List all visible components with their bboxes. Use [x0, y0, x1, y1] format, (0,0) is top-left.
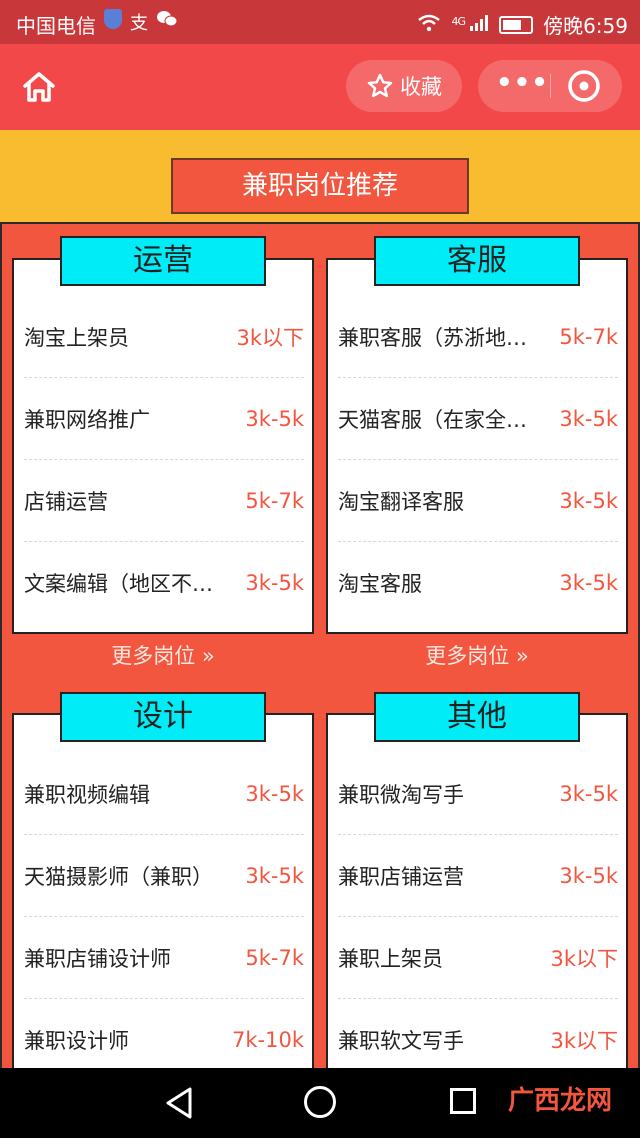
home-icon: [23, 72, 55, 102]
favorite-label: 收藏: [400, 75, 442, 99]
category-title-other: 其他: [374, 692, 580, 742]
clock: 傍晚6:59: [543, 14, 628, 38]
job-title: 兼职店铺运营: [338, 864, 464, 889]
job-salary: 3k-5k: [559, 571, 618, 595]
section-title: 兼职岗位推荐: [171, 158, 469, 214]
job-salary: 3k-5k: [559, 488, 618, 513]
job-salary: 3k以下: [550, 946, 618, 971]
job-row[interactable]: 文案编辑（地区不限） 3k-5k: [24, 542, 304, 624]
job-title: 兼职视频编辑: [24, 782, 150, 807]
category-title-operations: 运营: [60, 236, 266, 286]
watermark-text: 广西龙网: [508, 1086, 613, 1116]
job-row[interactable]: 兼职店铺设计师 5k-7k: [24, 917, 304, 999]
job-salary: 3k-5k: [559, 406, 618, 431]
job-title: 天猫摄影师（兼职）: [24, 864, 213, 889]
more-jobs-link-customer-service[interactable]: 更多岗位 »: [326, 640, 628, 670]
job-title: 兼职店铺设计师: [24, 946, 171, 971]
star-icon: [367, 73, 393, 98]
alipay-icon: 支: [130, 13, 148, 34]
job-title: 淘宝上架员: [24, 325, 129, 350]
job-title: 兼职软文写手: [338, 1029, 464, 1053]
job-title: 兼职设计师: [24, 1029, 129, 1053]
job-title: 兼职微淘写手: [338, 782, 464, 807]
job-row[interactable]: 淘宝客服 3k-5k: [338, 542, 618, 624]
status-notification-icons: 支: [104, 9, 178, 35]
job-title: 文案编辑（地区不限）: [24, 572, 224, 596]
favorite-button[interactable]: 收藏: [346, 60, 462, 112]
job-salary: 3k以下: [236, 325, 304, 350]
recent-apps-button[interactable]: [450, 1088, 476, 1114]
job-row[interactable]: 兼职网络推广 3k-5k: [24, 378, 304, 460]
job-row[interactable]: 天猫客服（在家全职） 3k-5k: [338, 378, 618, 460]
job-title: 兼职客服（苏浙地区）: [338, 325, 538, 350]
back-triangle-icon: [166, 1087, 192, 1119]
job-title: 兼职网络推广: [24, 407, 150, 432]
back-button[interactable]: [164, 1086, 194, 1120]
capsule-divider: [550, 74, 551, 98]
close-mini-program-button[interactable]: [566, 68, 602, 104]
wechat-icon: [156, 9, 178, 35]
status-bar: 中国电信 支 4G 傍晚6:59: [0, 0, 640, 44]
signal-icon: 4G: [451, 14, 489, 35]
job-salary: 3k-5k: [245, 781, 304, 806]
category-title-design: 设计: [60, 692, 266, 742]
job-title: 天猫客服（在家全职）: [338, 407, 538, 432]
job-row[interactable]: 天猫摄影师（兼职） 3k-5k: [24, 835, 304, 917]
job-row[interactable]: 兼职店铺运营 3k-5k: [338, 835, 618, 917]
job-row[interactable]: 淘宝上架员 3k以下: [24, 296, 304, 378]
close-target-icon: [568, 70, 600, 102]
job-title: 淘宝翻译客服: [338, 489, 464, 514]
header-strip: 兼职岗位推荐: [0, 130, 640, 222]
home-button[interactable]: [16, 64, 62, 110]
category-card-other: 兼职微淘写手 3k-5k 兼职店铺运营 3k-5k 兼职上架员 3k以下 兼职软…: [326, 713, 628, 1073]
job-salary: 5k-7k: [245, 488, 304, 513]
job-salary: 7k-10k: [232, 1028, 304, 1052]
capsule-menu: •••: [478, 60, 622, 112]
battery-icon: [499, 15, 534, 34]
job-row[interactable]: 兼职微淘写手 3k-5k: [338, 753, 618, 835]
category-card-customer-service: 兼职客服（苏浙地区） 5k-7k 天猫客服（在家全职） 3k-5k 淘宝翻译客服…: [326, 258, 628, 634]
system-navigation-bar: 广西龙网: [0, 1068, 640, 1138]
system-home-button[interactable]: [304, 1086, 336, 1118]
shield-icon: [104, 9, 122, 29]
more-options-button[interactable]: •••: [496, 66, 548, 106]
more-jobs-link-operations[interactable]: 更多岗位 »: [12, 640, 314, 670]
job-row[interactable]: 淘宝翻译客服 3k-5k: [338, 460, 618, 542]
job-salary: 5k-7k: [559, 324, 618, 349]
job-salary: 3k-5k: [559, 781, 618, 806]
job-title: 兼职上架员: [338, 946, 443, 971]
job-salary: 3k-5k: [245, 863, 304, 888]
job-salary: 3k-5k: [245, 406, 304, 431]
category-card-design: 兼职视频编辑 3k-5k 天猫摄影师（兼职） 3k-5k 兼职店铺设计师 5k-…: [12, 713, 314, 1073]
job-salary: 3k-5k: [245, 571, 304, 595]
category-title-customer-service: 客服: [374, 236, 580, 286]
carrier-name: 中国电信: [16, 14, 96, 38]
job-row[interactable]: 兼职客服（苏浙地区） 5k-7k: [338, 296, 618, 378]
job-salary: 3k以下: [550, 1029, 618, 1053]
wifi-icon: [417, 13, 441, 37]
job-row[interactable]: 兼职上架员 3k以下: [338, 917, 618, 999]
job-row[interactable]: 兼职视频编辑 3k-5k: [24, 753, 304, 835]
job-title: 店铺运营: [24, 489, 108, 514]
job-salary: 5k-7k: [245, 945, 304, 970]
job-row[interactable]: 店铺运营 5k-7k: [24, 460, 304, 542]
job-salary: 3k-5k: [559, 863, 618, 888]
status-right: 4G 傍晚6:59: [417, 10, 628, 39]
mini-program-nav-bar: 收藏 •••: [0, 44, 640, 130]
job-title: 淘宝客服: [338, 572, 422, 596]
category-card-operations: 淘宝上架员 3k以下 兼职网络推广 3k-5k 店铺运营 5k-7k 文案编辑（…: [12, 258, 314, 634]
